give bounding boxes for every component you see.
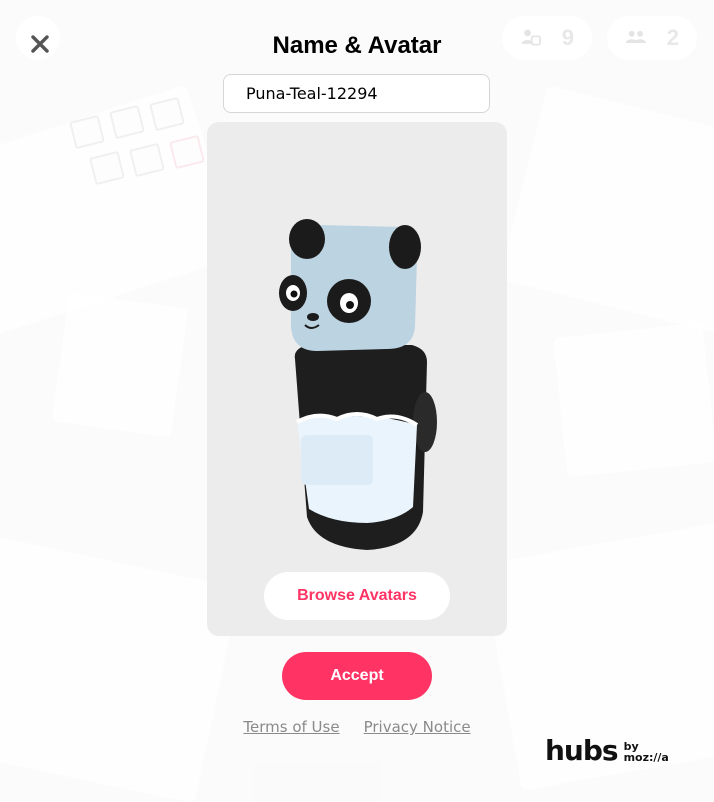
panda-avatar-icon [279, 219, 437, 550]
room-count: 9 [561, 25, 574, 50]
terms-of-use-link[interactable]: Terms of Use [243, 718, 339, 736]
users-presence-button[interactable]: 2 [607, 16, 697, 60]
users-icon [625, 30, 646, 44]
display-name-input[interactable] [223, 74, 490, 113]
users-count: 2 [666, 25, 679, 50]
accept-button[interactable]: Accept [282, 652, 432, 700]
hubs-wordmark: hubs [545, 734, 619, 767]
room-presence-button[interactable]: 9 [502, 16, 592, 60]
brand-org: moz://a [623, 751, 669, 764]
room-people-icon [521, 29, 541, 46]
hubs-by-mozilla-logo: hubs by moz://a [545, 734, 669, 767]
browse-avatars-button[interactable]: Browse Avatars [264, 572, 450, 620]
avatar-preview-panel[interactable]: Browse Avatars [207, 122, 507, 636]
privacy-notice-link[interactable]: Privacy Notice [364, 718, 471, 736]
by-mozilla-mark: by moz://a [624, 741, 669, 763]
